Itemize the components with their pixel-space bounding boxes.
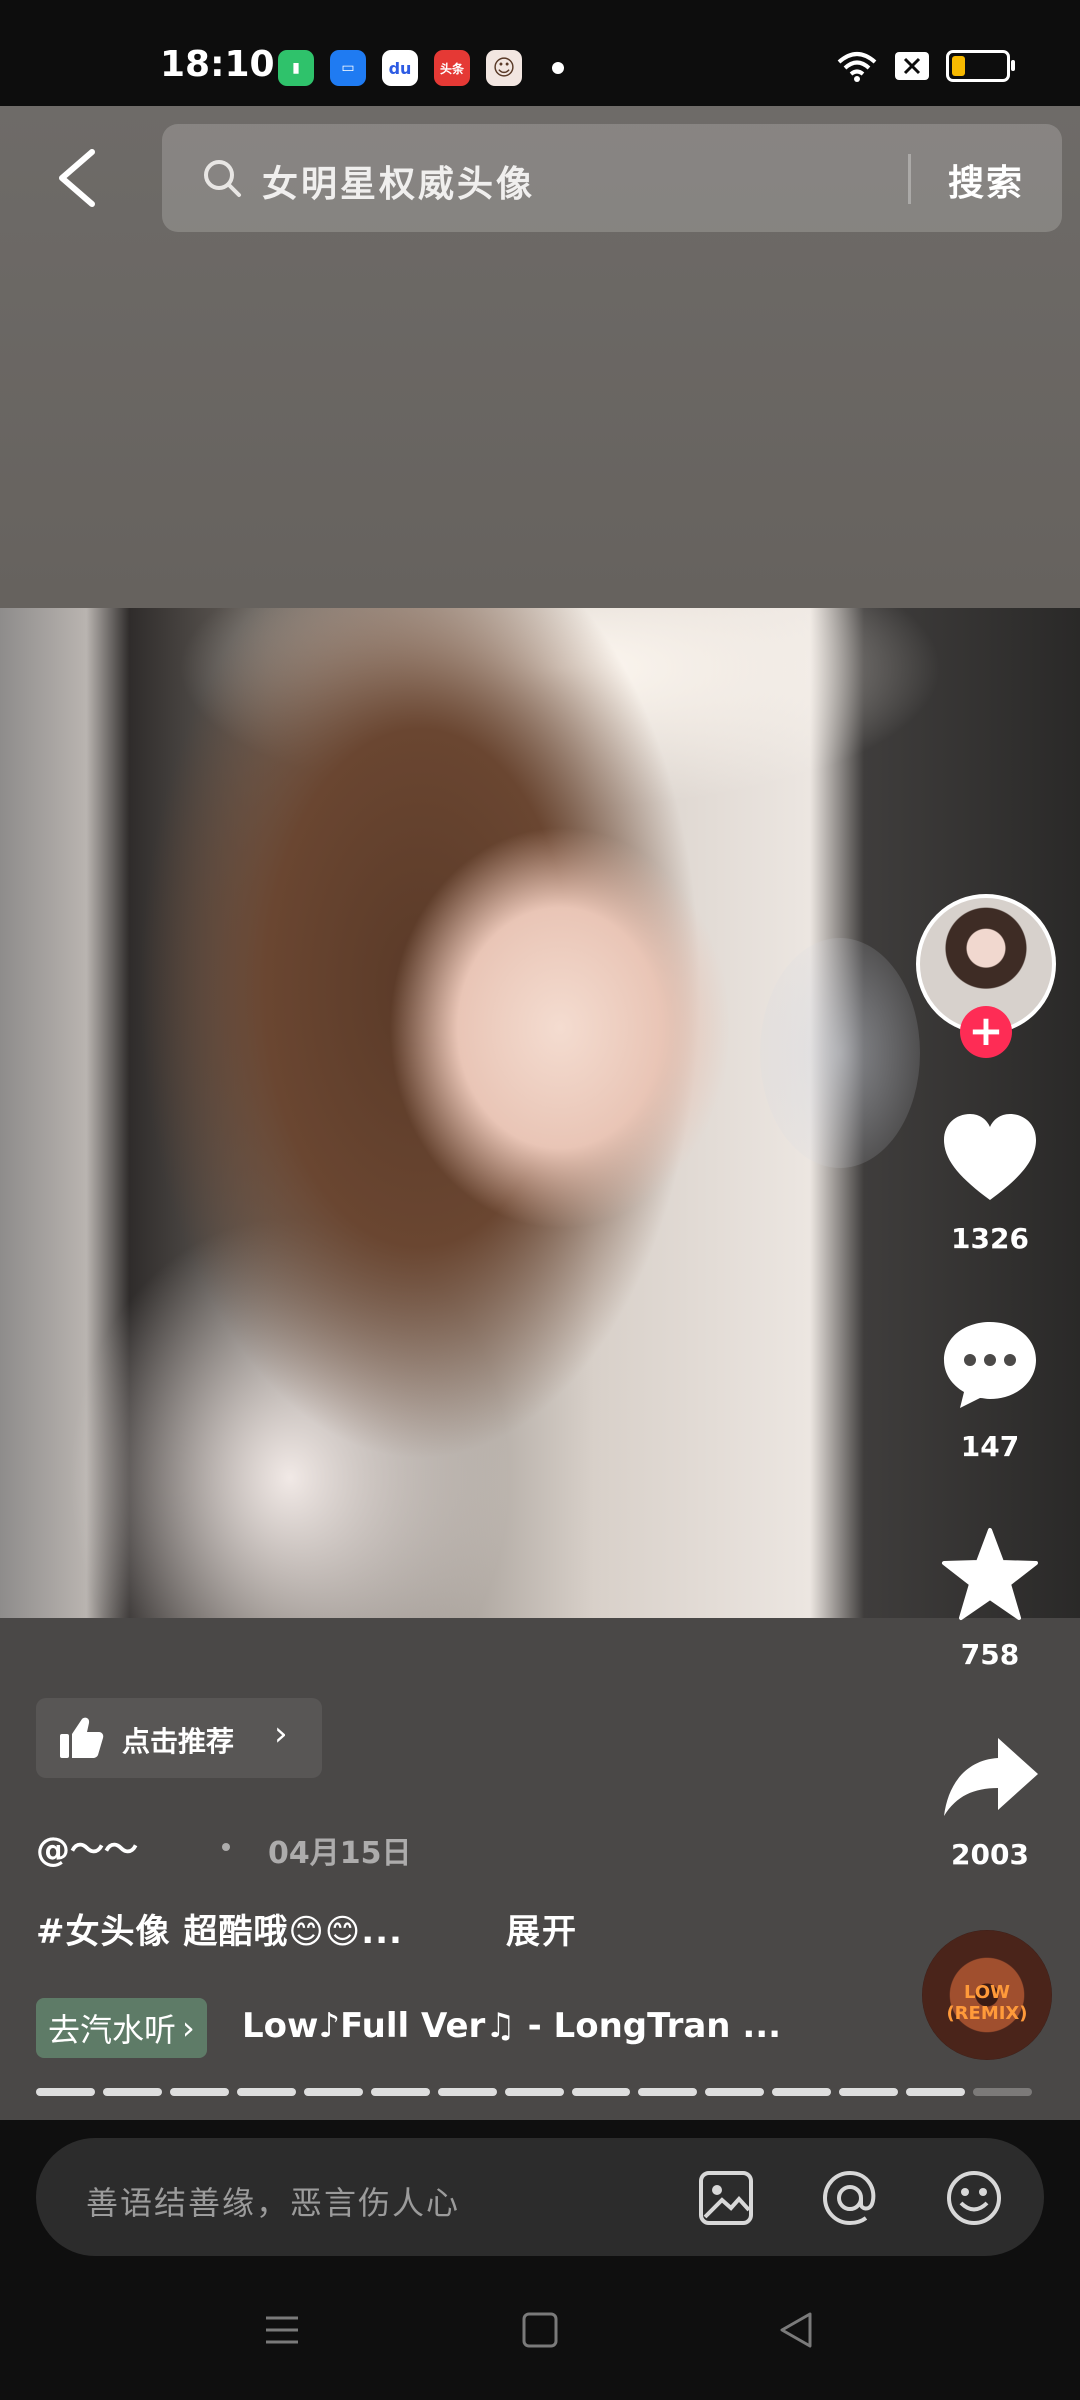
- status-bar: 18:10 ▮ ▭ du 头条 ☺: [0, 0, 1080, 106]
- back-arrow-icon[interactable]: [52, 148, 104, 208]
- status-indicators: [836, 50, 1015, 82]
- chevron-right-icon: ›: [182, 2009, 195, 2047]
- battery-icon: [946, 50, 1015, 82]
- share-count: 2003: [951, 1838, 1029, 1871]
- author-name[interactable]: @～～: [36, 1822, 138, 1871]
- search-button[interactable]: 搜索: [948, 154, 1024, 206]
- recommend-button[interactable]: 点击推荐 ›: [36, 1698, 322, 1778]
- comment-input[interactable]: 善语结善缘，恶言伤人心: [86, 2178, 460, 2224]
- progress-segment: [973, 2088, 1033, 2096]
- share-arrow-icon[interactable]: [940, 1734, 1040, 1820]
- music-disc-label: LOW (REMIX): [946, 1982, 1028, 2024]
- progress-segment: [504, 2088, 564, 2096]
- progress-segment: [370, 2088, 430, 2096]
- post-caption[interactable]: #女头像 超酷哦😊😊...: [36, 1904, 403, 1953]
- battery-app-icon: ▮: [278, 50, 314, 86]
- image-picker-icon[interactable]: [696, 2168, 756, 2228]
- follow-button[interactable]: +: [960, 1006, 1012, 1058]
- progress-segment: [571, 2088, 631, 2096]
- avatar-app-icon: ☺: [486, 50, 522, 86]
- system-nav-bar: [0, 2280, 1080, 2400]
- progress-segment: [236, 2088, 296, 2096]
- progress-segment: [437, 2088, 497, 2096]
- search-icon: [204, 160, 241, 197]
- baidu-app-icon: du: [382, 50, 418, 86]
- progress-segment: [906, 2088, 966, 2096]
- search-bar[interactable]: 女明星权威头像 搜索: [162, 124, 1062, 232]
- chevron-right-icon: ›: [274, 1714, 288, 1754]
- wifi-icon: [837, 52, 877, 82]
- thumbs-up-icon: [60, 1717, 104, 1758]
- back-triangle-icon[interactable]: [776, 2310, 816, 2350]
- status-time: 18:10: [160, 44, 275, 85]
- sim-off-icon: [895, 52, 929, 80]
- progress-segment: [705, 2088, 765, 2096]
- toutiao-app-icon: 头条: [434, 50, 470, 86]
- files-app-icon: ▭: [330, 50, 366, 86]
- search-input[interactable]: 女明星权威头像: [262, 155, 535, 207]
- music-title[interactable]: Low♪Full Ver♫ - LongTran ...: [242, 2006, 781, 2046]
- progress-segment: [772, 2088, 832, 2096]
- slideshow-progress: [36, 2088, 1033, 2096]
- recommend-label: 点击推荐: [122, 1725, 235, 1758]
- comment-bar[interactable]: 善语结善缘，恶言伤人心: [36, 2138, 1044, 2256]
- favorite-star-icon[interactable]: [940, 1526, 1040, 1622]
- progress-segment: [169, 2088, 229, 2096]
- notification-dot: [552, 62, 564, 74]
- comment-bubble-icon[interactable]: [940, 1318, 1040, 1410]
- home-square-icon[interactable]: [520, 2310, 560, 2350]
- post-date: 04月15日: [268, 1836, 412, 1871]
- qishui-listen-button[interactable]: 去汽水听 ›: [36, 1998, 207, 2058]
- video-frame[interactable]: [0, 608, 1080, 1618]
- emoji-icon[interactable]: [944, 2168, 1004, 2228]
- favorite-count: 758: [960, 1638, 1020, 1671]
- mention-icon[interactable]: [820, 2168, 880, 2228]
- separator-dot: [222, 1843, 230, 1851]
- qishui-listen-label: 去汽水听: [48, 2011, 177, 2049]
- progress-segment: [303, 2088, 363, 2096]
- like-count: 1326: [951, 1222, 1029, 1255]
- progress-segment: [102, 2088, 162, 2096]
- progress-segment: [638, 2088, 698, 2096]
- comment-count: 147: [960, 1430, 1020, 1463]
- menu-icon[interactable]: [262, 2310, 302, 2350]
- music-disc[interactable]: LOW (REMIX): [922, 1930, 1052, 2060]
- progress-segment: [36, 2088, 95, 2096]
- expand-button[interactable]: 展开: [506, 1904, 578, 1953]
- smoke-detail: [760, 938, 920, 1168]
- progress-segment: [839, 2088, 899, 2096]
- search-divider: [908, 154, 911, 204]
- like-heart-icon[interactable]: [940, 1112, 1040, 1204]
